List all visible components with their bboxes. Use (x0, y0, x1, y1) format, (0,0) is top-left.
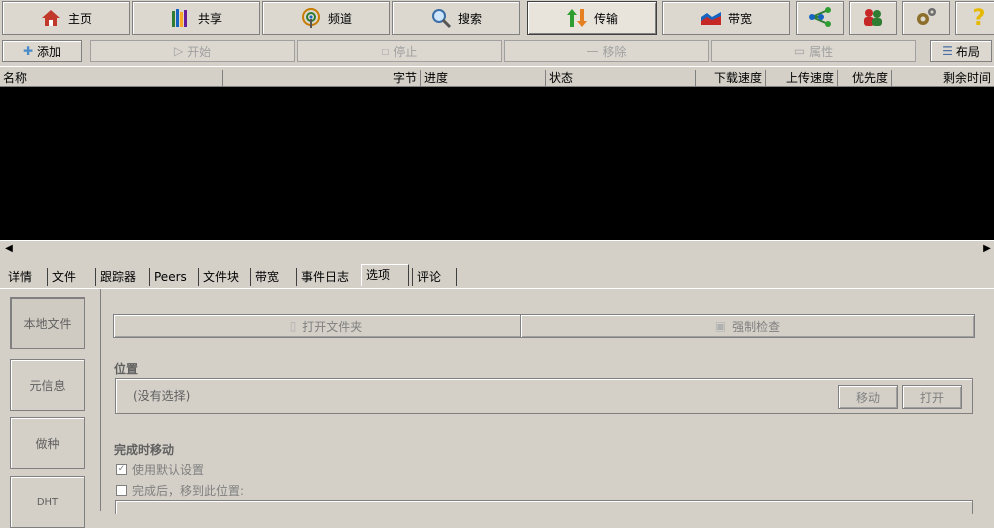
books-icon (170, 7, 192, 29)
nav-home-label: 主页 (67, 11, 92, 26)
settings-button[interactable] (902, 1, 950, 35)
tab-trackers[interactable]: 跟踪器 (95, 268, 140, 286)
properties-icon: ▭ (793, 44, 806, 58)
layout-label: 布局 (955, 44, 980, 59)
side-local-files[interactable]: 本地文件 (10, 297, 85, 349)
add-label: 添加 (37, 44, 62, 59)
col-name[interactable]: 名称 (0, 70, 223, 86)
use-default-checkbox[interactable]: ✓ 使用默认设置 (116, 461, 204, 478)
nav-transfer-button[interactable]: 传输 (527, 1, 657, 35)
stop-button[interactable]: □ 停止 (297, 40, 502, 62)
move-location-box (115, 500, 973, 514)
friends-button[interactable] (849, 1, 897, 35)
tab-files[interactable]: 文件 (47, 268, 80, 286)
nav-bandwidth-button[interactable]: 带宽 (662, 1, 790, 35)
help-button[interactable]: ? (955, 1, 994, 35)
start-label: 开始 (187, 44, 212, 59)
layout-button[interactable]: ☰ 布局 (930, 40, 992, 62)
add-button[interactable]: ✚ 添加 (2, 40, 82, 62)
col-status[interactable]: 状态 (546, 70, 696, 86)
nav-bandwidth-label: 带宽 (727, 11, 752, 26)
checkbox-unchecked-icon (116, 485, 127, 496)
use-default-label: 使用默认设置 (132, 463, 205, 477)
search-icon (430, 7, 452, 29)
bandwidth-chart-icon (700, 7, 722, 29)
tab-end-divider (456, 268, 457, 286)
home-icon (40, 7, 62, 29)
col-bytes[interactable]: 字节 (223, 70, 421, 86)
remove-button[interactable]: — 移除 (504, 40, 709, 62)
transfer-toolbar: ✚ 添加 ▷ 开始 □ 停止 — 移除 ▭ 属性 ☰ 布局 (0, 38, 994, 67)
tab-options[interactable]: 选项 (361, 264, 409, 286)
tab-pieces[interactable]: 文件块 (198, 268, 243, 286)
col-remaining[interactable]: 剩余时间 (892, 70, 994, 86)
move-on-complete-title: 完成时移动 (114, 443, 175, 457)
tab-event-log[interactable]: 事件日志 (296, 268, 353, 286)
start-button[interactable]: ▷ 开始 (90, 40, 295, 62)
play-icon: ▷ (173, 44, 184, 58)
tab-peers[interactable]: Peers (149, 268, 191, 286)
side-seeding[interactable]: 做种 (10, 417, 85, 469)
open-button[interactable]: 打开 (902, 385, 962, 409)
transfer-list-header: 名称 字节 进度 状态 下载速度 上传速度 优先度 剩余时间 (0, 70, 994, 87)
minus-icon: — (586, 44, 599, 58)
help-question-icon: ? (972, 5, 986, 31)
scroll-right-icon[interactable]: ▶ (980, 242, 994, 256)
horizontal-scrollbar[interactable]: ◀ ▶ (0, 240, 994, 257)
gears-icon (914, 6, 938, 31)
tab-details[interactable]: 详情 (4, 268, 36, 286)
tab-bandwidth[interactable]: 带宽 (250, 268, 283, 286)
main-navigation: 主页 共享 频道 搜索 传输 带宽 ? (0, 0, 994, 38)
location-value: (没有选择) (133, 389, 191, 403)
transfer-list[interactable] (0, 87, 994, 240)
open-folder-label: 打开文件夹 (302, 319, 363, 334)
move-to-location-checkbox[interactable]: 完成后，移到此位置: (116, 482, 244, 499)
stop-icon: □ (381, 46, 390, 56)
move-button[interactable]: 移动 (838, 385, 898, 409)
check-icon: ▣ (714, 319, 727, 333)
col-progress[interactable]: 进度 (421, 70, 546, 86)
layout-icon: ☰ (942, 44, 953, 58)
broadcast-icon (300, 7, 322, 29)
options-content: ▯ 打开文件夹 ▣ 强制检查 位置 (没有选择) 移动 打开 完成时移动 ✓ 使… (100, 289, 994, 514)
nav-channel-label: 频道 (327, 11, 352, 26)
force-check-button[interactable]: ▣ 强制检查 (520, 314, 975, 338)
nav-transfer-label: 传输 (593, 11, 618, 26)
stop-label: 停止 (393, 44, 418, 59)
side-meta-info[interactable]: 元信息 (10, 359, 85, 411)
location-box: (没有选择) 移动 打开 (115, 378, 973, 414)
force-check-label: 强制检查 (732, 319, 781, 334)
nav-channel-button[interactable]: 频道 (262, 1, 390, 35)
col-priority[interactable]: 优先度 (838, 70, 892, 86)
network-icon (808, 6, 832, 31)
options-panel: 本地文件 元信息 做种 DHT ▯ 打开文件夹 ▣ 强制检查 位置 (没有选择)… (0, 288, 994, 528)
col-upload-speed[interactable]: 上传速度 (766, 70, 838, 86)
scroll-left-icon[interactable]: ◀ (2, 242, 16, 256)
nav-search-button[interactable]: 搜索 (392, 1, 520, 35)
tab-comments[interactable]: 评论 (412, 268, 445, 286)
properties-label: 属性 (809, 44, 834, 59)
transfer-arrows-icon (566, 7, 588, 29)
plus-icon: ✚ (22, 44, 34, 58)
side-dht[interactable]: DHT (10, 476, 85, 528)
col-download-speed[interactable]: 下载速度 (696, 70, 766, 86)
properties-button[interactable]: ▭ 属性 (711, 40, 916, 62)
detail-tabs: 详情 文件 跟踪器 Peers 文件块 带宽 事件日志 选项 评论 (0, 262, 994, 288)
nav-share-button[interactable]: 共享 (132, 1, 260, 35)
open-folder-button[interactable]: ▯ 打开文件夹 (113, 314, 539, 338)
users-icon (861, 6, 885, 31)
nav-share-label: 共享 (197, 11, 222, 26)
move-to-location-label: 完成后，移到此位置: (132, 484, 245, 498)
checkbox-checked-icon: ✓ (116, 464, 127, 475)
folder-icon: ▯ (289, 319, 297, 333)
remove-label: 移除 (602, 44, 627, 59)
network-button[interactable] (796, 1, 844, 35)
nav-search-label: 搜索 (457, 11, 482, 26)
nav-home-button[interactable]: 主页 (2, 1, 130, 35)
location-title: 位置 (114, 362, 139, 376)
